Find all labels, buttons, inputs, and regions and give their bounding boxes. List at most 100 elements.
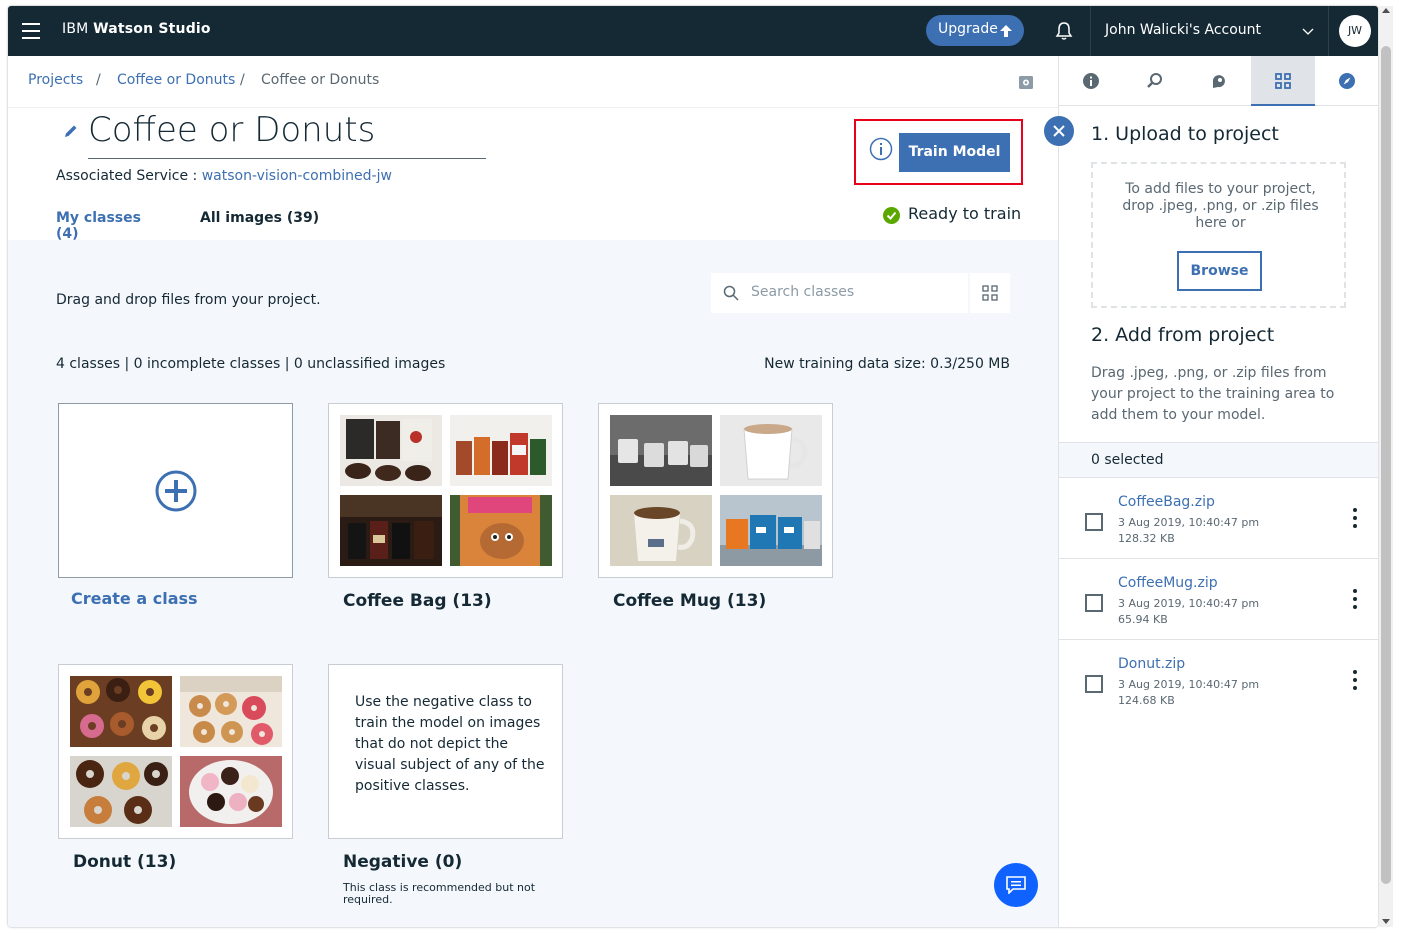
thumbnail — [70, 676, 172, 747]
file-name[interactable]: CoffeeMug.zip — [1118, 575, 1218, 591]
menu-icon[interactable] — [22, 23, 40, 39]
info-icon[interactable] — [869, 137, 893, 161]
selected-count: 0 selected — [1091, 452, 1164, 468]
chat-button[interactable] — [994, 863, 1038, 907]
create-class-label[interactable]: Create a class — [71, 589, 198, 608]
tab-explore[interactable] — [1315, 56, 1378, 106]
create-class-card[interactable] — [58, 403, 293, 578]
add-circle-icon — [155, 470, 197, 512]
class-card-negative[interactable]: Use the negative class to train the mode… — [328, 664, 563, 839]
associated-service-link[interactable]: watson-vision-combined-jw — [202, 168, 392, 184]
scroll-up-arrow[interactable] — [1382, 8, 1390, 13]
tab-all-images[interactable]: All images (39) — [200, 210, 319, 226]
file-checkbox[interactable] — [1085, 513, 1103, 531]
class-label-negative[interactable]: Negative (0) — [343, 852, 462, 872]
chevron-down-icon — [1302, 28, 1314, 35]
overflow-menu-icon[interactable] — [1349, 508, 1361, 530]
page-title[interactable]: Coffee or Donuts — [88, 110, 375, 150]
thumbnail — [340, 415, 442, 486]
breadcrumb-current: Coffee or Donuts — [261, 72, 380, 88]
selection-bar: 0 selected — [1059, 442, 1378, 478]
breadcrumb-projects[interactable]: Projects — [28, 72, 83, 88]
chat-icon — [1006, 876, 1026, 894]
upgrade-label: Upgrade — [938, 21, 998, 37]
search-icon — [723, 285, 739, 301]
thumbnail — [450, 415, 552, 486]
account-switcher[interactable]: John Walicki's Account — [1090, 6, 1320, 56]
file-item[interactable]: Donut.zip 3 Aug 2019, 10:40:47 pm 124.68… — [1059, 640, 1378, 721]
thumbnail — [610, 495, 712, 566]
file-date: 3 Aug 2019, 10:40:47 pm — [1118, 678, 1260, 691]
overflow-menu-icon[interactable] — [1349, 589, 1361, 611]
upgrade-button[interactable]: Upgrade — [926, 15, 1024, 46]
avatar-area: JW — [1328, 6, 1378, 56]
avatar[interactable]: JW — [1339, 15, 1371, 47]
close-panel-button[interactable] — [1044, 116, 1074, 146]
pencil-icon[interactable] — [64, 124, 78, 138]
scroll-down-arrow[interactable] — [1382, 919, 1390, 924]
add-section-description: Drag .jpeg, .png, or .zip files from you… — [1091, 365, 1335, 423]
overflow-menu-icon[interactable] — [1349, 670, 1361, 692]
settings-icon[interactable] — [1017, 73, 1035, 91]
file-item[interactable]: CoffeeMug.zip 3 Aug 2019, 10:40:47 pm 65… — [1059, 559, 1378, 640]
search-placeholder: Search classes — [751, 284, 855, 300]
thumbnail — [610, 415, 712, 486]
training-size-label: New training data size: — [764, 356, 926, 372]
breadcrumb: Projects / Coffee or Donuts / Coffee or … — [8, 56, 1058, 108]
info-icon — [1083, 73, 1099, 89]
brand[interactable]: IBM Watson Studio — [62, 21, 211, 37]
file-checkbox[interactable] — [1085, 675, 1103, 693]
add-section-title: 2. Add from project — [1091, 324, 1275, 346]
drag-hint: Drag and drop files from your project. — [56, 292, 321, 308]
brand-prefix: IBM — [62, 21, 89, 37]
grid-view-button[interactable] — [970, 273, 1010, 313]
file-name[interactable]: Donut.zip — [1118, 656, 1185, 672]
bell-icon[interactable] — [1053, 20, 1075, 42]
breadcrumb-separator: / — [96, 72, 101, 88]
upload-dropzone[interactable]: To add files to your project, drop .jpeg… — [1091, 162, 1346, 308]
top-nav-bar: IBM Watson Studio Upgrade John Walicki's… — [8, 6, 1378, 56]
upload-arrow-icon — [1000, 25, 1012, 37]
tab-info[interactable] — [1059, 56, 1123, 106]
thumbnail — [180, 676, 282, 747]
breadcrumb-separator: / — [240, 72, 245, 88]
grid-view-icon — [982, 285, 998, 301]
scrollbar-thumb[interactable] — [1381, 46, 1391, 884]
close-icon — [1053, 125, 1065, 137]
file-date: 3 Aug 2019, 10:40:47 pm — [1118, 597, 1260, 610]
thumbnail — [70, 756, 172, 827]
upload-section-title: 1. Upload to project — [1091, 123, 1279, 145]
file-checkbox[interactable] — [1085, 594, 1103, 612]
file-date: 3 Aug 2019, 10:40:47 pm — [1118, 516, 1260, 529]
classes-stats: 4 classes | 0 incomplete classes | 0 unc… — [56, 356, 446, 372]
brand-name: Watson Studio — [93, 21, 211, 37]
associated-service: Associated Service : watson-vision-combi… — [56, 168, 392, 184]
training-size: New training data size: 0.3/250 MB — [764, 356, 1010, 372]
title-underline — [88, 158, 486, 159]
class-card-coffee-mug[interactable] — [598, 403, 833, 578]
breadcrumb-project[interactable]: Coffee or Donuts — [117, 72, 235, 88]
train-status: Ready to train — [883, 204, 1022, 224]
thumbnail — [340, 495, 442, 566]
class-card-donut[interactable] — [58, 664, 293, 839]
class-label-donut[interactable]: Donut (13) — [73, 852, 176, 872]
tab-assets[interactable] — [1251, 56, 1315, 106]
tab-insights[interactable] — [1123, 56, 1187, 106]
page-scrollbar[interactable] — [1379, 6, 1393, 927]
file-name[interactable]: CoffeeBag.zip — [1118, 494, 1215, 510]
tab-collaborate[interactable] — [1187, 56, 1251, 106]
class-label-coffee-mug[interactable]: Coffee Mug (13) — [613, 591, 766, 611]
assets-icon — [1275, 73, 1291, 89]
status-text: Ready to train — [908, 204, 1022, 223]
negative-description: Use the negative class to train the mode… — [355, 694, 545, 794]
class-card-coffee-bag[interactable] — [328, 403, 563, 578]
thumbnail — [720, 415, 822, 486]
dropzone-text: To add files to your project, drop .jpeg… — [1122, 181, 1319, 231]
class-label-coffee-bag[interactable]: Coffee Bag (13) — [343, 591, 492, 611]
file-item[interactable]: CoffeeBag.zip 3 Aug 2019, 10:40:47 pm 12… — [1059, 478, 1378, 559]
search-input[interactable]: Search classes — [711, 273, 968, 313]
file-size: 65.94 KB — [1118, 613, 1168, 626]
train-model-button[interactable]: Train Model — [899, 133, 1010, 172]
browse-button[interactable]: Browse — [1177, 251, 1262, 291]
check-circle-icon — [883, 207, 900, 224]
